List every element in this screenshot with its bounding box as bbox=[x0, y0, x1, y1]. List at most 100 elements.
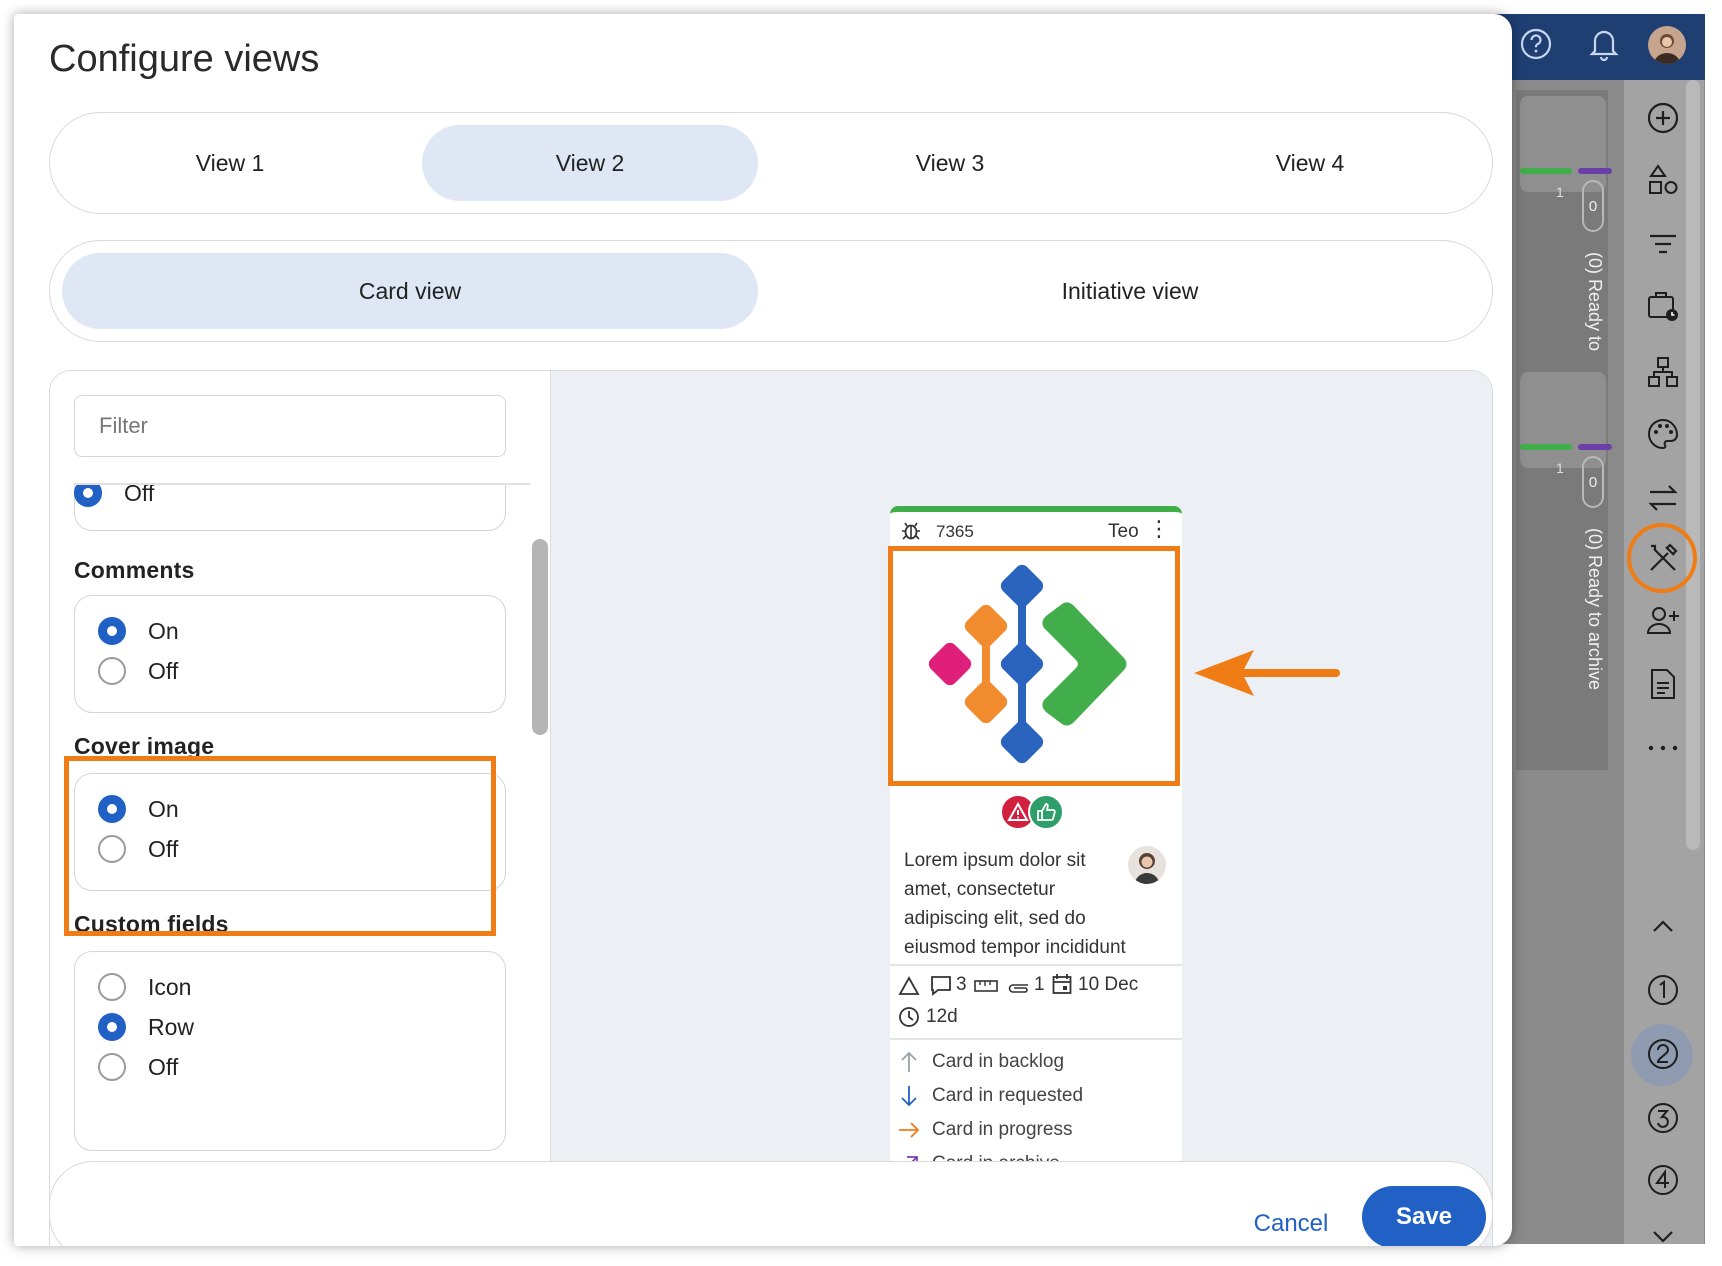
previous-off-option[interactable]: Off bbox=[74, 485, 154, 507]
options-scrollbar[interactable] bbox=[532, 539, 548, 735]
tab-view-2[interactable]: View 2 bbox=[422, 125, 758, 201]
add-user-icon[interactable] bbox=[1643, 600, 1683, 640]
custom-fields-off-option[interactable]: Off bbox=[98, 1053, 178, 1081]
arrow-left-icon bbox=[1190, 646, 1342, 705]
options-column: Off Comments On Off Cover image bbox=[50, 371, 550, 1246]
view-1-icon[interactable] bbox=[1643, 970, 1683, 1010]
radio-checked[interactable] bbox=[98, 1013, 126, 1041]
radio-unchecked[interactable] bbox=[98, 657, 126, 685]
palette-icon[interactable] bbox=[1643, 414, 1683, 454]
more-icon[interactable] bbox=[1643, 728, 1683, 768]
calendar-clock-icon[interactable] bbox=[1643, 286, 1683, 326]
arrow-right-icon bbox=[899, 1122, 920, 1138]
bug-icon bbox=[900, 520, 922, 547]
radio-unchecked[interactable] bbox=[98, 1053, 126, 1081]
view-3-icon[interactable] bbox=[1643, 1098, 1683, 1138]
filter-input[interactable] bbox=[74, 395, 506, 457]
options-scroll-area[interactable]: Off Comments On Off Cover image On Off C… bbox=[50, 485, 550, 1246]
view-tabs: View 1 View 2 View 3 View 4 bbox=[49, 112, 1493, 214]
option-label: Off bbox=[148, 835, 179, 862]
swap-icon[interactable] bbox=[1643, 478, 1683, 518]
chevron-down-icon[interactable] bbox=[1643, 1216, 1683, 1256]
lane-count: 1 bbox=[1556, 460, 1564, 476]
comments-option-box bbox=[74, 595, 506, 713]
card-cover-image bbox=[894, 554, 1176, 782]
comment-count: 3 bbox=[956, 974, 967, 995]
custom-fields-icon-option[interactable]: Icon bbox=[98, 973, 191, 1001]
settings-panel: Off Comments On Off Cover image bbox=[49, 370, 1493, 1246]
save-button[interactable]: Save bbox=[1362, 1186, 1486, 1246]
radio-unchecked[interactable] bbox=[98, 835, 126, 863]
lane-strip-green bbox=[1520, 444, 1572, 450]
attachment-icon bbox=[1006, 978, 1030, 1000]
background-lane bbox=[1520, 372, 1606, 468]
triangle-icon bbox=[898, 976, 920, 1002]
lane-count: 1 bbox=[1556, 184, 1564, 200]
radio-checked[interactable] bbox=[74, 485, 102, 507]
cancel-button[interactable]: Cancel bbox=[1246, 1204, 1336, 1244]
lane-pill: 0 bbox=[1582, 180, 1604, 232]
tab-view-1[interactable]: View 1 bbox=[62, 125, 398, 201]
comments-on-option[interactable]: On bbox=[98, 617, 179, 645]
radio-unchecked[interactable] bbox=[98, 973, 126, 1001]
chevron-up-icon[interactable] bbox=[1643, 906, 1683, 946]
view-4-icon[interactable] bbox=[1643, 1160, 1683, 1200]
option-label: Off bbox=[124, 485, 155, 506]
custom-fields-section-title: Custom fields bbox=[74, 911, 229, 937]
cover-image-option-box bbox=[74, 773, 506, 891]
lane-title: (0) Ready to bbox=[1585, 252, 1605, 352]
cover-image-off-option[interactable]: Off bbox=[98, 835, 178, 863]
option-label: Off bbox=[148, 1053, 179, 1080]
card-description: Lorem ipsum dolor sit amet, consectetur … bbox=[904, 850, 1126, 958]
bell-icon[interactable] bbox=[1587, 27, 1621, 61]
card-header: 7365 Teo ⋮ bbox=[890, 512, 1182, 550]
card-owner: Teo bbox=[1108, 521, 1139, 542]
card-assignee-avatar bbox=[1128, 846, 1166, 884]
screenshot-stage: 1 0 (0) Ready to 1 0 (0) Ready to archiv… bbox=[0, 0, 1722, 1266]
option-label: Off bbox=[148, 657, 179, 684]
card-id: 7365 bbox=[936, 522, 974, 541]
radio-checked[interactable] bbox=[98, 617, 126, 645]
clock-icon bbox=[898, 1006, 920, 1028]
filter-icon[interactable] bbox=[1643, 224, 1683, 264]
attachment-count: 1 bbox=[1034, 974, 1045, 995]
card-meta-row: 3 1 10 Dec bbox=[898, 972, 1178, 1002]
option-label: On bbox=[148, 617, 179, 644]
ruler-icon bbox=[974, 977, 998, 999]
preview-card: 7365 Teo ⋮ Lorem ipsum dolor sit amet, c… bbox=[890, 506, 1182, 1186]
plus-circle-icon[interactable] bbox=[1643, 98, 1683, 138]
shapes-icon[interactable] bbox=[1643, 160, 1683, 200]
option-label: On bbox=[148, 795, 179, 822]
cover-image-on-option[interactable]: On bbox=[98, 795, 179, 823]
lane-strip-purple bbox=[1578, 444, 1612, 450]
comments-section-title: Comments bbox=[74, 557, 195, 583]
view-2-icon[interactable] bbox=[1643, 1034, 1683, 1074]
user-avatar[interactable] bbox=[1648, 26, 1686, 64]
side-toolbar-scrollbar[interactable] bbox=[1686, 80, 1700, 850]
relation-requested[interactable]: Card in requested bbox=[898, 1084, 1083, 1108]
document-icon[interactable] bbox=[1643, 664, 1683, 704]
tools-icon[interactable] bbox=[1643, 538, 1683, 578]
comments-off-option[interactable]: Off bbox=[98, 657, 178, 685]
help-icon[interactable] bbox=[1519, 27, 1553, 61]
arrow-down-icon bbox=[901, 1086, 917, 1107]
relation-progress[interactable]: Card in progress bbox=[898, 1118, 1072, 1142]
tab-view-4[interactable]: View 4 bbox=[1142, 125, 1478, 201]
relation-label: Card in progress bbox=[932, 1119, 1073, 1140]
background-lane bbox=[1520, 96, 1606, 192]
card-age: 12d bbox=[926, 1006, 958, 1027]
option-label: Row bbox=[148, 1013, 195, 1040]
hierarchy-icon[interactable] bbox=[1643, 352, 1683, 392]
relation-backlog[interactable]: Card in backlog bbox=[898, 1050, 1064, 1074]
card-menu-icon[interactable]: ⋮ bbox=[1148, 516, 1170, 542]
custom-fields-row-option[interactable]: Row bbox=[98, 1013, 194, 1041]
tab-view-3[interactable]: View 3 bbox=[782, 125, 1118, 201]
mode-tabs: Card view Initiative view bbox=[49, 240, 1493, 342]
tab-card-view[interactable]: Card view bbox=[62, 253, 758, 329]
calendar-icon bbox=[1052, 973, 1072, 1001]
tab-initiative-view[interactable]: Initiative view bbox=[782, 253, 1478, 329]
lane-pill: 0 bbox=[1582, 456, 1604, 508]
lane-title: (0) Ready to archive bbox=[1585, 528, 1605, 691]
radio-checked[interactable] bbox=[98, 795, 126, 823]
cover-image-section-title: Cover image bbox=[74, 733, 215, 759]
